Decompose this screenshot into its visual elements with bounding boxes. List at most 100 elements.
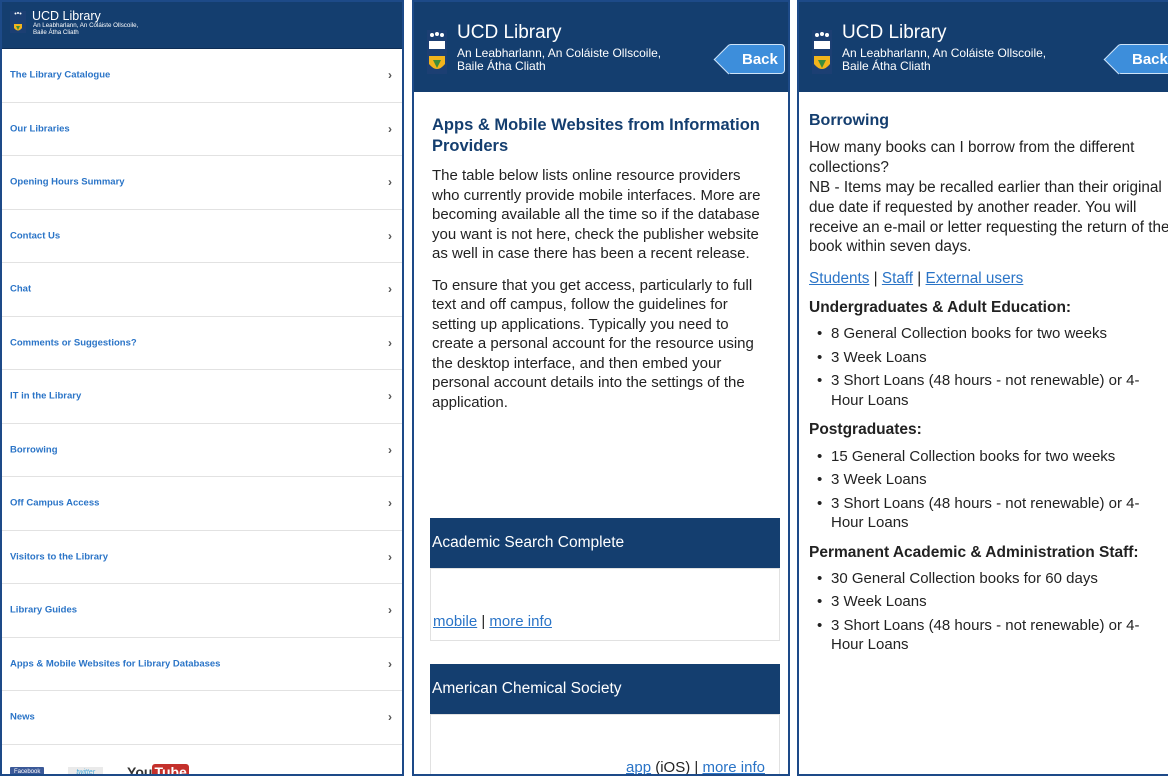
resource-links: app (iOS) | more info [430,714,780,776]
menu-item-label: Contact Us [10,230,61,242]
youtube-icon[interactable]: You Tube [127,764,189,776]
list-item: 3 Short Loans (48 hours - not renewable)… [809,616,1158,655]
section-heading: Permanent Academic & Administration Staf… [809,543,1139,561]
brand-subtitle-line2: Baile Átha Cliath [842,58,931,73]
menu-item-comments[interactable]: Comments or Suggestions? › [2,317,402,370]
audience-links: Students | Staff | External users [809,270,1158,288]
chevron-right-icon: › [388,496,392,511]
menu-item-library-guides[interactable]: Library Guides › [2,584,402,638]
youtube-word-you: You [127,764,153,776]
menu-item-label: Library Guides [10,604,78,616]
question-text: How many books can I borrow from the dif… [809,139,1135,176]
staff-link[interactable]: Staff [882,270,913,287]
menu-item-contact-us[interactable]: Contact Us › [2,210,402,263]
list-item: 8 General Collection books for two weeks [809,324,1158,344]
menu-item-news[interactable]: News › [2,691,402,745]
chevron-right-icon: › [388,710,392,725]
allowance-list: 30 General Collection books for 60 days … [809,569,1158,655]
header: UCD Library An Leabharlann, An Coláiste … [2,2,402,49]
chevron-right-icon: › [388,603,392,618]
back-button[interactable]: Back [727,44,785,74]
apps-content: Apps & Mobile Websites from Information … [414,115,788,412]
page-title: Apps & Mobile Websites from Information … [432,116,760,155]
chevron-right-icon: › [388,228,392,243]
allowance-list: 15 General Collection books for two week… [809,447,1158,533]
menu-item-label: Borrowing [10,444,58,456]
brand-subtitle-line2: Baile Átha Cliath [457,58,546,73]
section-heading: Undergraduates & Adult Education: [809,299,1072,317]
external-users-link[interactable]: External users [926,270,1024,287]
menu-item-label: Our Libraries [10,123,70,135]
menu-item-library-catalogue[interactable]: The Library Catalogue › [2,49,402,103]
page-title: Borrowing [809,112,889,129]
list-item: 15 General Collection books for two week… [809,447,1158,467]
menu-item-label: Comments or Suggestions? [10,337,137,349]
menu-item-label: The Library Catalogue [10,69,111,81]
header: UCD Library An Leabharlann, An Coláiste … [414,2,788,92]
students-link[interactable]: Students [809,270,869,287]
menu-panel: UCD Library An Leabharlann, An Coláiste … [0,0,404,776]
note-text: NB - Items may be recalled earlier than … [809,178,1168,256]
menu-item-opening-hours[interactable]: Opening Hours Summary › [2,156,402,210]
more-info-link[interactable]: more info [702,759,765,774]
chevron-right-icon: › [388,549,392,564]
ucd-crest-icon [812,30,832,74]
menu-item-chat[interactable]: Chat › [2,263,402,317]
menu-item-label: Chat [10,283,32,295]
resource-title: Academic Search Complete [430,518,780,568]
menu-item-apps[interactable]: Apps & Mobile Websites for Library Datab… [2,638,402,691]
twitter-icon[interactable]: twitter [68,766,104,774]
apps-panel: UCD Library An Leabharlann, An Coláiste … [412,0,790,776]
brand-subtitle-line2: Baile Átha Cliath [33,28,79,36]
back-button-label: Back [742,51,778,68]
brand-subtitle: An Leabharlann, An Coláiste Ollscoile, B… [457,47,661,73]
chevron-right-icon: › [388,68,392,83]
mobile-link[interactable]: mobile [433,613,477,630]
menu-item-off-campus[interactable]: Off Campus Access › [2,477,402,531]
list-item: 3 Short Loans (48 hours - not renewable)… [809,371,1158,410]
resource-links-row: mobile | more info [433,613,552,630]
brand-subtitle: An Leabharlann, An Coláiste Ollscoile, B… [33,22,138,36]
menu-item-label: IT in the Library [10,390,82,402]
chevron-right-icon: › [388,121,392,136]
list-item: 3 Short Loans (48 hours - not renewable)… [809,494,1158,533]
chevron-right-icon: › [388,175,392,190]
brand-title: UCD Library [457,22,562,43]
brand-title: UCD Library [32,9,101,23]
resource-title: American Chemical Society [430,664,780,714]
link-platform: (iOS) | [651,759,703,776]
borrowing-panel: UCD Library An Leabharlann, An Coláiste … [797,0,1168,776]
ucd-crest-icon [427,30,447,74]
social-links: Facebook twitter You Tube [10,764,189,776]
more-info-link[interactable]: more info [489,613,552,630]
resource-academic-search: Academic Search Complete mobile | more i… [430,518,780,641]
facebook-icon[interactable]: Facebook [10,767,45,774]
link-separator: | [913,270,926,288]
chevron-right-icon: › [388,389,392,404]
menu-item-label: Apps & Mobile Websites for Library Datab… [10,658,221,670]
menu-item-visitors[interactable]: Visitors to the Library › [2,531,402,584]
main-menu: The Library Catalogue › Our Libraries › Op… [2,49,402,745]
brand-subtitle-line1: An Leabharlann, An Coláiste Ollscoile, [457,46,662,60]
back-button[interactable]: Back [1117,44,1168,74]
intro-paragraph: The table below lists online resource pr… [432,167,761,263]
borrowing-content: Borrowing How many books can I borrow fr… [799,112,1168,655]
menu-item-label: Opening Hours Summary [10,176,125,188]
brand-title: UCD Library [842,22,947,43]
menu-item-our-libraries[interactable]: Our Libraries › [2,103,402,156]
back-button-label: Back [1132,51,1168,68]
chevron-right-icon: › [388,656,392,671]
menu-item-label: Visitors to the Library [10,551,109,563]
brand-subtitle: An Leabharlann, An Coláiste Ollscoile, B… [842,47,1046,73]
chevron-right-icon: › [388,282,392,297]
app-link[interactable]: app [626,759,651,774]
menu-item-it[interactable]: IT in the Library › [2,370,402,424]
access-paragraph: To ensure that you get access, particula… [432,276,754,411]
resource-links-row: app (iOS) | more info [626,759,765,776]
allowance-list: 8 General Collection books for two weeks… [809,324,1158,410]
brand-subtitle-line1: An Leabharlann, An Coláiste Ollscoile, [842,46,1047,60]
link-separator: | [869,270,882,288]
list-item: 3 Week Loans [809,470,1158,490]
link-separator: | [477,613,490,630]
menu-item-borrowing[interactable]: Borrowing › [2,424,402,477]
